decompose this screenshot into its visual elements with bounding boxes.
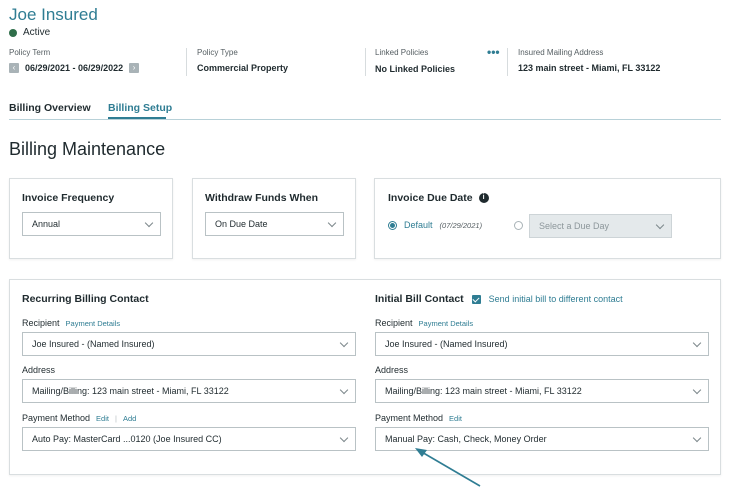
mailing-address-label: Insured Mailing Address bbox=[518, 48, 604, 57]
withdraw-funds-value: On Due Date bbox=[215, 219, 268, 229]
payment-method-label: Payment Method bbox=[375, 413, 444, 423]
initial-contact-title: Initial Bill Contact bbox=[375, 293, 464, 305]
chevron-down-icon bbox=[692, 338, 702, 347]
divider bbox=[186, 48, 187, 76]
withdraw-funds-title: Withdraw Funds When bbox=[205, 192, 319, 204]
chevron-down-icon bbox=[339, 338, 349, 347]
address-label: Address bbox=[375, 365, 409, 375]
status-badge: Active bbox=[9, 27, 50, 38]
initial-recipient-label: Recipient Payment Details bbox=[375, 318, 473, 328]
invoice-frequency-value: Annual bbox=[32, 219, 61, 229]
more-options-icon[interactable]: ••• bbox=[487, 45, 500, 59]
chevron-down-icon bbox=[692, 385, 702, 394]
policy-type-value: Commercial Property bbox=[197, 63, 289, 73]
status-text: Active bbox=[23, 27, 51, 38]
chevron-down-icon bbox=[327, 218, 337, 227]
address-label: Address bbox=[22, 365, 56, 375]
send-initial-bill-checkbox[interactable] bbox=[471, 294, 481, 304]
invoice-due-date-header: Invoice Due Date i bbox=[388, 192, 489, 204]
tabs-divider bbox=[9, 119, 721, 120]
next-term-icon[interactable]: › bbox=[129, 63, 140, 73]
recurring-payment-value: Auto Pay: MasterCard ...0120 (Joe Insure… bbox=[32, 434, 222, 444]
info-icon[interactable]: i bbox=[478, 193, 489, 203]
mailing-address-value: 123 main street - Miami, FL 33122 bbox=[518, 63, 661, 73]
default-due-date-option[interactable]: Default (07/29/2021) bbox=[388, 220, 482, 230]
recurring-address-select[interactable]: Mailing/Billing: 123 main street - Miami… bbox=[22, 379, 356, 403]
contacts-card: Recurring Billing Contact Recipient Paym… bbox=[9, 279, 721, 475]
policy-term: ‹ 06/29/2021 - 06/29/2022 › bbox=[9, 63, 140, 73]
recurring-payment-label: Payment Method Edit | Add bbox=[22, 413, 136, 423]
initial-recipient-value: Joe Insured - (Named Insured) bbox=[385, 339, 508, 349]
recipient-label: Recipient bbox=[22, 318, 60, 328]
initial-contact-header: Initial Bill Contact Send initial bill t… bbox=[375, 293, 623, 305]
chevron-down-icon bbox=[339, 433, 349, 442]
invoice-frequency-card: Invoice Frequency Annual bbox=[9, 178, 173, 259]
initial-payment-details-link[interactable]: Payment Details bbox=[419, 319, 474, 328]
tab-billing-overview[interactable]: Billing Overview bbox=[9, 102, 91, 114]
default-date: (07/29/2021) bbox=[439, 220, 483, 230]
recipient-label: Recipient bbox=[375, 318, 413, 328]
recurring-payment-details-link[interactable]: Payment Details bbox=[66, 319, 121, 328]
divider bbox=[365, 48, 366, 76]
default-radio[interactable] bbox=[388, 220, 397, 230]
annotation-arrow-icon bbox=[415, 448, 481, 487]
initial-address-select[interactable]: Mailing/Billing: 123 main street - Miami… bbox=[375, 379, 709, 403]
recurring-recipient-value: Joe Insured - (Named Insured) bbox=[32, 339, 155, 349]
status-dot-icon bbox=[9, 28, 17, 37]
active-tab-indicator bbox=[108, 117, 166, 119]
initial-address-value: Mailing/Billing: 123 main street - Miami… bbox=[385, 386, 582, 396]
payment-method-label: Payment Method bbox=[22, 413, 91, 423]
policy-term-value: 06/29/2021 - 06/29/2022 bbox=[25, 63, 124, 73]
withdraw-funds-select[interactable]: On Due Date bbox=[205, 212, 344, 236]
invoice-due-date-card: Invoice Due Date i Default (07/29/2021) … bbox=[374, 178, 721, 259]
linked-policies-value: No Linked Policies bbox=[375, 64, 456, 74]
invoice-frequency-title: Invoice Frequency bbox=[22, 192, 115, 204]
invoice-due-date-title: Invoice Due Date bbox=[388, 192, 473, 204]
insured-name: Joe Insured bbox=[9, 5, 98, 24]
chevron-down-icon bbox=[655, 220, 665, 229]
recurring-recipient-label: Recipient Payment Details bbox=[22, 318, 120, 328]
prev-term-icon[interactable]: ‹ bbox=[9, 63, 19, 73]
policy-type-label: Policy Type bbox=[197, 48, 238, 57]
link-separator: | bbox=[114, 414, 117, 423]
recurring-address-label: Address bbox=[22, 365, 55, 375]
recurring-contact-title: Recurring Billing Contact bbox=[22, 293, 149, 305]
initial-payment-edit-link[interactable]: Edit bbox=[449, 414, 462, 423]
initial-recipient-select[interactable]: Joe Insured - (Named Insured) bbox=[375, 332, 709, 356]
due-day-placeholder: Select a Due Day bbox=[539, 221, 610, 231]
recurring-payment-select[interactable]: Auto Pay: MasterCard ...0120 (Joe Insure… bbox=[22, 427, 356, 451]
initial-payment-label: Payment Method Edit bbox=[375, 413, 462, 423]
send-initial-bill-label[interactable]: Send initial bill to different contact bbox=[489, 294, 623, 304]
initial-address-label: Address bbox=[375, 365, 408, 375]
tab-billing-setup[interactable]: Billing Setup bbox=[108, 102, 172, 114]
withdraw-funds-card: Withdraw Funds When On Due Date bbox=[192, 178, 356, 259]
chevron-down-icon bbox=[692, 433, 702, 442]
default-label: Default bbox=[404, 220, 433, 230]
chevron-down-icon bbox=[144, 218, 154, 227]
recurring-address-value: Mailing/Billing: 123 main street - Miami… bbox=[32, 386, 229, 396]
recurring-payment-add-link[interactable]: Add bbox=[123, 414, 136, 423]
policy-term-label: Policy Term bbox=[9, 48, 51, 57]
page-title: Billing Maintenance bbox=[9, 139, 166, 159]
due-day-select[interactable]: Select a Due Day bbox=[529, 214, 672, 238]
recurring-payment-edit-link[interactable]: Edit bbox=[96, 414, 109, 423]
divider bbox=[507, 48, 508, 76]
invoice-frequency-select[interactable]: Annual bbox=[22, 212, 161, 236]
linked-policies-label: Linked Policies bbox=[375, 48, 429, 57]
chevron-down-icon bbox=[339, 385, 349, 394]
recurring-recipient-select[interactable]: Joe Insured - (Named Insured) bbox=[22, 332, 356, 356]
custom-due-date-radio[interactable] bbox=[514, 221, 523, 230]
